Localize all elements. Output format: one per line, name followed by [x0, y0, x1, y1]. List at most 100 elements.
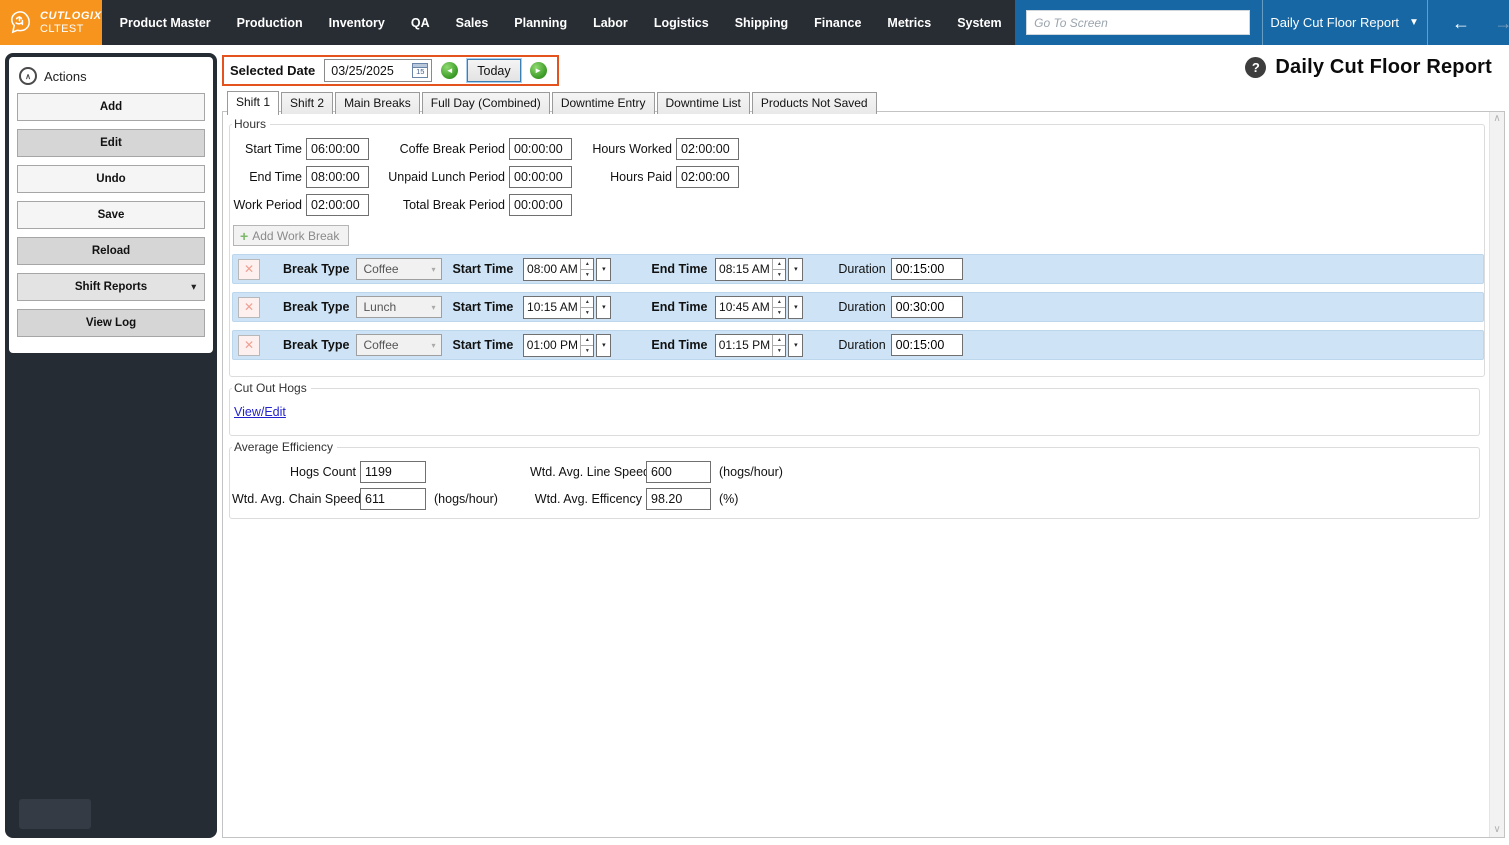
- tab-downtime-list[interactable]: Downtime List: [657, 92, 750, 114]
- menu-sales[interactable]: Sales: [443, 16, 502, 30]
- time-value-box[interactable]: 10:45 AM ▲ ▼: [715, 296, 786, 319]
- edit-button[interactable]: Edit: [17, 129, 205, 157]
- next-day-button[interactable]: ►: [530, 62, 547, 79]
- menu-product-master[interactable]: Product Master: [107, 16, 224, 30]
- time-value: 10:15 AM: [524, 297, 580, 318]
- menu-finance[interactable]: Finance: [801, 16, 874, 30]
- app-logo[interactable]: CUTLOGIX CLTEST: [0, 0, 102, 45]
- actions-header: ∧ Actions: [19, 67, 205, 85]
- tab-main-breaks[interactable]: Main Breaks: [335, 92, 420, 114]
- spin-down-icon[interactable]: ▼: [581, 308, 593, 318]
- scroll-up-icon[interactable]: ∧: [1493, 114, 1500, 124]
- reload-button[interactable]: Reload: [17, 237, 205, 265]
- menu-qa[interactable]: QA: [398, 16, 443, 30]
- hours-paid-label: Hours Paid: [576, 170, 672, 184]
- tab-products-not-saved[interactable]: Products Not Saved: [752, 92, 877, 114]
- screen-selector-dropdown[interactable]: Daily Cut Floor Report ▼: [1263, 0, 1427, 45]
- efficiency-input[interactable]: [646, 488, 711, 510]
- time-value-box[interactable]: 08:00 AM ▲ ▼: [523, 258, 594, 281]
- total-break-period-input[interactable]: [509, 194, 572, 216]
- environment-name: CLTEST: [40, 23, 102, 35]
- delete-break-icon[interactable]: ✕: [238, 259, 260, 280]
- duration-input[interactable]: [891, 296, 963, 318]
- unpaid-lunch-period-label: Unpaid Lunch Period: [373, 170, 505, 184]
- menu-inventory[interactable]: Inventory: [316, 16, 398, 30]
- spin-down-icon[interactable]: ▼: [773, 270, 785, 280]
- delete-break-icon[interactable]: ✕: [238, 297, 260, 318]
- spin-down-icon[interactable]: ▼: [773, 308, 785, 318]
- add-work-break-button[interactable]: + Add Work Break: [233, 225, 349, 246]
- hogs-count-input[interactable]: [360, 461, 426, 483]
- hours-group: Hours Start Time Coffe Break Period Hour…: [229, 117, 1485, 377]
- spin-down-icon[interactable]: ▼: [581, 346, 593, 356]
- back-icon[interactable]: ←: [1452, 14, 1470, 32]
- chain-speed-unit: (hogs/hour): [430, 492, 526, 506]
- forward-icon[interactable]: →: [1494, 14, 1509, 32]
- line-speed-input[interactable]: [646, 461, 711, 483]
- tab-downtime-entry[interactable]: Downtime Entry: [552, 92, 655, 114]
- time-spinner: ▲ ▼: [772, 259, 785, 280]
- menu-labor[interactable]: Labor: [580, 16, 641, 30]
- tab-full-day-combined[interactable]: Full Day (Combined): [422, 92, 550, 114]
- chain-speed-input[interactable]: [360, 488, 426, 510]
- view-edit-link[interactable]: View/Edit: [234, 405, 286, 419]
- break-type-select[interactable]: Coffee ▾: [356, 258, 442, 280]
- menu-logistics[interactable]: Logistics: [641, 16, 722, 30]
- tab-shift-2[interactable]: Shift 2: [281, 92, 333, 114]
- hours-paid-input[interactable]: [676, 166, 739, 188]
- break-type-select[interactable]: Coffee ▾: [356, 334, 442, 356]
- spin-down-icon[interactable]: ▼: [773, 346, 785, 356]
- start-time-input[interactable]: [306, 138, 369, 160]
- goto-screen-input[interactable]: [1026, 10, 1250, 35]
- spin-up-icon[interactable]: ▲: [581, 297, 593, 308]
- work-period-input[interactable]: [306, 194, 369, 216]
- today-button[interactable]: Today: [467, 59, 520, 82]
- chain-speed-label: Wtd. Avg. Chain Speed: [232, 492, 356, 506]
- time-dropdown-icon[interactable]: ▾: [596, 296, 611, 319]
- spin-down-icon[interactable]: ▼: [581, 270, 593, 280]
- date-picker-field[interactable]: 03/25/2025 15: [324, 59, 432, 82]
- duration-input[interactable]: [891, 258, 963, 280]
- menu-shipping[interactable]: Shipping: [722, 16, 801, 30]
- time-value-box[interactable]: 10:15 AM ▲ ▼: [523, 296, 594, 319]
- coffee-break-period-input[interactable]: [509, 138, 572, 160]
- spin-up-icon[interactable]: ▲: [773, 259, 785, 270]
- end-time-input[interactable]: [306, 166, 369, 188]
- calendar-icon[interactable]: 15: [412, 63, 428, 78]
- time-dropdown-icon[interactable]: ▾: [788, 258, 803, 281]
- spin-up-icon[interactable]: ▲: [581, 259, 593, 270]
- time-value-box[interactable]: 01:00 PM ▲ ▼: [523, 334, 594, 357]
- duration-input[interactable]: [891, 334, 963, 356]
- unpaid-lunch-period-input[interactable]: [509, 166, 572, 188]
- scroll-down-icon[interactable]: ∨: [1493, 825, 1500, 835]
- break-end-time-label: End Time: [651, 338, 707, 352]
- time-dropdown-icon[interactable]: ▾: [788, 334, 803, 357]
- shift-reports-dropdown-button[interactable]: Shift Reports ▾: [17, 273, 205, 301]
- time-dropdown-icon[interactable]: ▾: [596, 258, 611, 281]
- undo-button[interactable]: Undo: [17, 165, 205, 193]
- menu-production[interactable]: Production: [224, 16, 316, 30]
- help-icon[interactable]: ?: [1245, 57, 1266, 78]
- time-dropdown-icon[interactable]: ▾: [596, 334, 611, 357]
- brain-logo-icon: [7, 9, 34, 36]
- vertical-scrollbar[interactable]: ∧ ∨: [1489, 112, 1504, 837]
- hours-worked-input[interactable]: [676, 138, 739, 160]
- add-button[interactable]: Add: [17, 93, 205, 121]
- collapse-panel-icon[interactable]: ∧: [19, 67, 37, 85]
- time-value-box[interactable]: 08:15 AM ▲ ▼: [715, 258, 786, 281]
- previous-day-button[interactable]: ◄: [441, 62, 458, 79]
- page-title: Daily Cut Floor Report: [1275, 56, 1492, 79]
- tab-shift-1[interactable]: Shift 1: [227, 91, 279, 115]
- view-log-button[interactable]: View Log: [17, 309, 205, 337]
- save-button[interactable]: Save: [17, 201, 205, 229]
- menu-planning[interactable]: Planning: [501, 16, 580, 30]
- menu-metrics[interactable]: Metrics: [874, 16, 944, 30]
- spin-up-icon[interactable]: ▲: [773, 335, 785, 346]
- time-value-box[interactable]: 01:15 PM ▲ ▼: [715, 334, 786, 357]
- spin-up-icon[interactable]: ▲: [581, 335, 593, 346]
- time-dropdown-icon[interactable]: ▾: [788, 296, 803, 319]
- menu-system[interactable]: System: [944, 16, 1014, 30]
- spin-up-icon[interactable]: ▲: [773, 297, 785, 308]
- break-type-select[interactable]: Lunch ▾: [356, 296, 442, 318]
- delete-break-icon[interactable]: ✕: [238, 335, 260, 356]
